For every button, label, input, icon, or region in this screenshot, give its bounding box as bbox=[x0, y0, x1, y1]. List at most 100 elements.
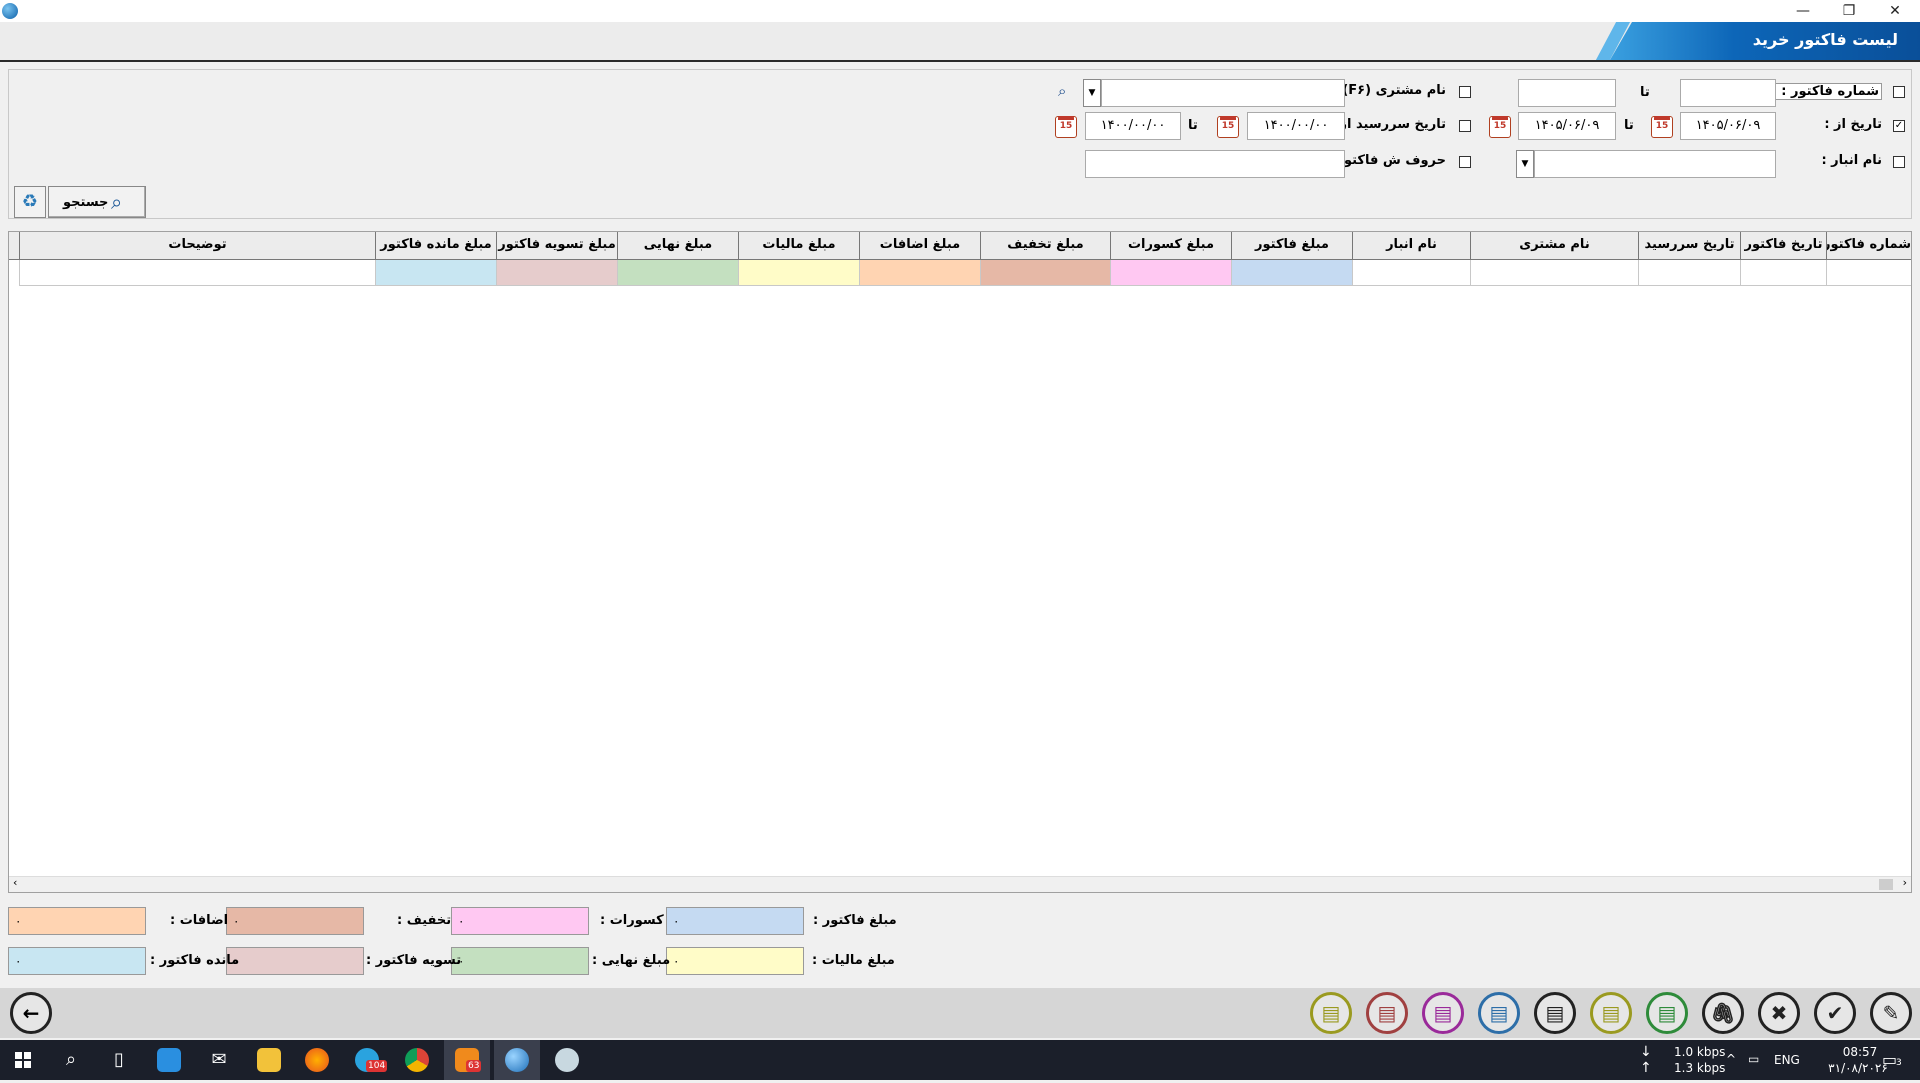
cancel-button[interactable]: ✖ bbox=[1758, 992, 1800, 1034]
col-tax-cell[interactable] bbox=[738, 260, 859, 286]
date-from-calendar-icon[interactable]: 15 bbox=[1651, 116, 1673, 138]
totals-additions-field[interactable]: ۰ bbox=[8, 907, 146, 935]
minimize-button[interactable]: — bbox=[1780, 0, 1826, 22]
col-invoice-date-header[interactable]: تاریخ فاکتور bbox=[1740, 232, 1826, 260]
taskbar-accounting-app[interactable] bbox=[494, 1040, 540, 1080]
search-button[interactable]: ⌕ جستجو bbox=[48, 186, 146, 218]
back-button[interactable]: ← bbox=[10, 992, 52, 1034]
taskbar-search-button[interactable]: ⌕ bbox=[48, 1040, 94, 1080]
tray-chevron-icon[interactable]: ^ bbox=[1726, 1052, 1736, 1066]
warehouse-input[interactable] bbox=[1534, 150, 1776, 178]
customer-name-input[interactable] bbox=[1101, 79, 1345, 107]
totals-deductions-field[interactable]: ۰ bbox=[451, 907, 589, 935]
date-from-label: تاریخ از : bbox=[1824, 117, 1882, 132]
edit-button[interactable]: ✎ bbox=[1870, 992, 1912, 1034]
col-final-amount-cell[interactable] bbox=[617, 260, 738, 286]
invoice-number-from-input[interactable] bbox=[1680, 79, 1776, 107]
totals-tax-field[interactable]: ۰ bbox=[666, 947, 804, 975]
due-date-from-calendar-icon[interactable]: 15 bbox=[1217, 116, 1239, 138]
invoice-number-to-input[interactable] bbox=[1518, 79, 1616, 107]
network-icon[interactable]: ▭ bbox=[1748, 1052, 1759, 1066]
taskbar-telegram[interactable]: 104 bbox=[344, 1040, 390, 1080]
invoice-letters-checkbox[interactable] bbox=[1459, 156, 1471, 168]
col-additions-header[interactable]: مبلغ اضافات bbox=[859, 232, 980, 260]
warehouse-checkbox[interactable] bbox=[1893, 156, 1905, 168]
task-view-button[interactable]: ▯ bbox=[96, 1040, 142, 1080]
invoice-letters-input[interactable] bbox=[1085, 150, 1345, 178]
taskbar-firefox[interactable] bbox=[294, 1040, 340, 1080]
date-to-calendar-icon[interactable]: 15 bbox=[1489, 116, 1511, 138]
network-up-icon: ↑ bbox=[1640, 1060, 1652, 1076]
col-due-date-cell[interactable] bbox=[1638, 260, 1740, 286]
col-warehouse-name-header[interactable]: نام انبار bbox=[1352, 232, 1470, 260]
col-additions-cell[interactable] bbox=[859, 260, 980, 286]
invoice-grid[interactable]: شماره فاکتور تاریخ فاکتور تاریخ سررسید نام … bbox=[8, 231, 1912, 893]
totals-discount-field[interactable]: ۰ bbox=[226, 907, 364, 935]
check-button[interactable]: ✔ bbox=[1814, 992, 1856, 1034]
customer-name-checkbox[interactable] bbox=[1459, 86, 1471, 98]
col-invoice-number-cell[interactable] bbox=[1826, 260, 1911, 286]
col-remaining-cell[interactable] bbox=[375, 260, 496, 286]
totals-settlement-field[interactable]: ۰ bbox=[226, 947, 364, 975]
refresh-button[interactable]: ♻ bbox=[14, 186, 46, 218]
col-invoice-amount-cell[interactable] bbox=[1231, 260, 1352, 286]
print-excel-button[interactable]: ▤ bbox=[1590, 992, 1632, 1034]
col-discount-cell[interactable] bbox=[980, 260, 1110, 286]
scroll-thumb[interactable] bbox=[1879, 879, 1893, 890]
col-deductions-cell[interactable] bbox=[1110, 260, 1231, 286]
start-button[interactable] bbox=[0, 1040, 46, 1080]
col-tax-header[interactable]: مبلغ مالیات bbox=[738, 232, 859, 260]
due-date-from-input[interactable]: ۱۴۰۰/۰۰/۰۰ bbox=[1247, 112, 1345, 140]
col-description-header[interactable]: توضیحات bbox=[19, 232, 375, 260]
taskbar-mail[interactable]: ✉ bbox=[196, 1040, 242, 1080]
taskbar-app-orange[interactable]: 63 bbox=[444, 1040, 490, 1080]
print-olive-button[interactable]: ▤ bbox=[1310, 992, 1352, 1034]
taskbar-app-other[interactable] bbox=[544, 1040, 590, 1080]
warehouse-dropdown-icon[interactable]: ▼ bbox=[1516, 150, 1534, 178]
taskbar-explorer[interactable] bbox=[246, 1040, 292, 1080]
col-settlement-header[interactable]: مبلغ تسویه فاکتور bbox=[496, 232, 617, 260]
col-remaining-header[interactable]: مبلغ مانده فاکتور bbox=[375, 232, 496, 260]
scroll-left-icon[interactable]: ‹ bbox=[13, 876, 17, 889]
print-red-button[interactable]: ▤ bbox=[1366, 992, 1408, 1034]
col-deductions-header[interactable]: مبلغ کسورات bbox=[1110, 232, 1231, 260]
language-indicator[interactable]: ENG bbox=[1774, 1053, 1800, 1067]
col-final-amount-header[interactable]: مبلغ نهایی bbox=[617, 232, 738, 260]
date-from-input[interactable]: ۱۴۰۵/۰۶/۰۹ bbox=[1680, 112, 1776, 140]
date-to-input[interactable]: ۱۴۰۵/۰۶/۰۹ bbox=[1518, 112, 1616, 140]
col-discount-header[interactable]: مبلغ تخفیف bbox=[980, 232, 1110, 260]
col-description-cell[interactable] bbox=[19, 260, 375, 286]
col-settlement-cell[interactable] bbox=[496, 260, 617, 286]
print-money-button[interactable]: ▤ bbox=[1646, 992, 1688, 1034]
print-icon: ▤ bbox=[1545, 1001, 1565, 1025]
customer-search-icon[interactable]: ⌕ bbox=[1058, 82, 1066, 100]
due-date-to-input[interactable]: ۱۴۰۰/۰۰/۰۰ bbox=[1085, 112, 1181, 140]
due-date-checkbox[interactable] bbox=[1459, 120, 1471, 132]
col-due-date-header[interactable]: تاریخ سررسید bbox=[1638, 232, 1740, 260]
col-customer-name-header[interactable]: نام مشتری bbox=[1470, 232, 1638, 260]
print-purple-button[interactable]: ▤ bbox=[1422, 992, 1464, 1034]
scroll-right-icon[interactable]: › bbox=[1903, 876, 1907, 889]
col-invoice-amount-header[interactable]: مبلغ فاکتور bbox=[1231, 232, 1352, 260]
grid-horizontal-scrollbar[interactable]: ‹ › bbox=[9, 876, 1911, 892]
close-button[interactable]: ✕ bbox=[1872, 0, 1918, 22]
taskbar-store[interactable] bbox=[146, 1040, 192, 1080]
taskbar-chrome[interactable] bbox=[394, 1040, 440, 1080]
due-date-label: تاریخ سررسید از : bbox=[1329, 117, 1446, 132]
col-invoice-date-cell[interactable] bbox=[1740, 260, 1826, 286]
notification-icon[interactable]: ▭ bbox=[1882, 1050, 1897, 1069]
attach-button[interactable]: 🖇 bbox=[1702, 992, 1744, 1034]
restore-button[interactable]: ❐ bbox=[1826, 0, 1872, 22]
print-button[interactable]: ▤ bbox=[1534, 992, 1576, 1034]
customer-dropdown-icon[interactable]: ▼ bbox=[1083, 79, 1101, 107]
date-from-checkbox[interactable]: ✓ bbox=[1893, 120, 1905, 132]
totals-final-field[interactable]: ۰ bbox=[451, 947, 589, 975]
col-warehouse-name-cell[interactable] bbox=[1352, 260, 1470, 286]
totals-invoice-field[interactable]: ۰ bbox=[666, 907, 804, 935]
due-date-to-calendar-icon[interactable]: 15 bbox=[1055, 116, 1077, 138]
invoice-number-checkbox[interactable] bbox=[1893, 86, 1905, 98]
print-blue-button[interactable]: ▤ bbox=[1478, 992, 1520, 1034]
col-invoice-number-header[interactable]: شماره فاکتور bbox=[1826, 232, 1911, 260]
col-customer-name-cell[interactable] bbox=[1470, 260, 1638, 286]
totals-remaining-field[interactable]: ۰ bbox=[8, 947, 146, 975]
